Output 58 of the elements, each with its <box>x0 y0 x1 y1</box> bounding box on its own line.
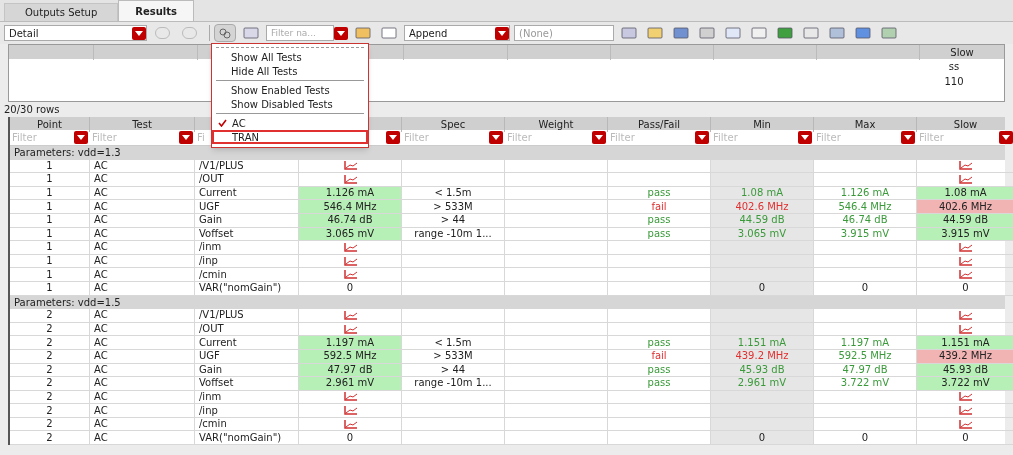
table-cell: 2.961 mV <box>711 377 814 391</box>
table-cell: 0 <box>917 281 1013 296</box>
table-cell: AC <box>90 404 195 418</box>
table-cell: 546.4 MHz <box>299 200 402 214</box>
table-cell: range -10m 1... <box>402 377 505 391</box>
table-cell: /V1/PLUS <box>195 309 299 323</box>
table-cell: AC <box>90 349 195 364</box>
table-cell: VAR("nomGain") <box>195 431 299 446</box>
table-cell: 1 <box>10 281 90 296</box>
group-label: Parameters: vdd=1.5 <box>14 295 121 310</box>
summary-value: 110 <box>944 75 964 89</box>
table-cell: 2 <box>10 336 90 350</box>
table-cell: 2 <box>10 431 90 446</box>
table-cell: /cmin <box>195 268 299 282</box>
table-cell: /OUT <box>195 173 299 187</box>
table-cell: 2.961 mV <box>299 377 402 391</box>
table-cell: /inp <box>195 404 299 418</box>
table-cell: AC <box>90 200 195 214</box>
table-cell: 1.197 mA <box>299 336 402 350</box>
table-cell: AC <box>90 241 195 255</box>
column-header: Slow <box>949 46 975 60</box>
table-cell: 3.722 mV <box>917 377 1013 391</box>
table-cell: > 533M <box>402 349 505 364</box>
table-cell: AC <box>90 309 195 323</box>
table-cell: 1 <box>10 241 90 255</box>
table-cell: 2 <box>10 377 90 391</box>
table-cell: /inm <box>195 241 299 255</box>
table-cell: AC <box>90 213 195 228</box>
table-cell: AC <box>90 336 195 350</box>
table-cell: 402.6 MHz <box>917 200 1013 214</box>
table-cell: 1 <box>10 173 90 187</box>
table-cell: < 1.5m <box>402 336 505 350</box>
table-cell: 0 <box>299 281 402 296</box>
table-cell: AC <box>90 377 195 391</box>
table-cell: 402.6 MHz <box>711 200 814 214</box>
table-cell: 1 <box>10 213 90 228</box>
table-cell: 1 <box>10 200 90 214</box>
table-cell: AC <box>90 268 195 282</box>
table-cell: 2 <box>10 309 90 323</box>
table-cell: 0 <box>814 431 917 446</box>
table-cell: > 44 <box>402 213 505 228</box>
table-cell: 1 <box>10 268 90 282</box>
table-cell: 0 <box>917 431 1013 446</box>
group-label: Parameters: vdd=1.3 <box>14 146 121 161</box>
table-cell: 1.151 mA <box>711 336 814 350</box>
table-cell: 0 <box>814 281 917 296</box>
summary-value: ss <box>948 60 960 74</box>
table-cell: AC <box>90 431 195 446</box>
table-cell: > 533M <box>402 200 505 214</box>
table-cell: 2 <box>10 349 90 364</box>
table-cell: 0 <box>299 431 402 446</box>
table-cell: AC <box>90 281 195 296</box>
table-cell: AC <box>90 173 195 187</box>
table-cell: 1.151 mA <box>917 336 1013 350</box>
table-cell: VAR("nomGain") <box>195 281 299 296</box>
table-cell: 0 <box>711 431 814 446</box>
row-count: 20/30 rows <box>3 103 61 117</box>
table-cell: 2 <box>10 404 90 418</box>
